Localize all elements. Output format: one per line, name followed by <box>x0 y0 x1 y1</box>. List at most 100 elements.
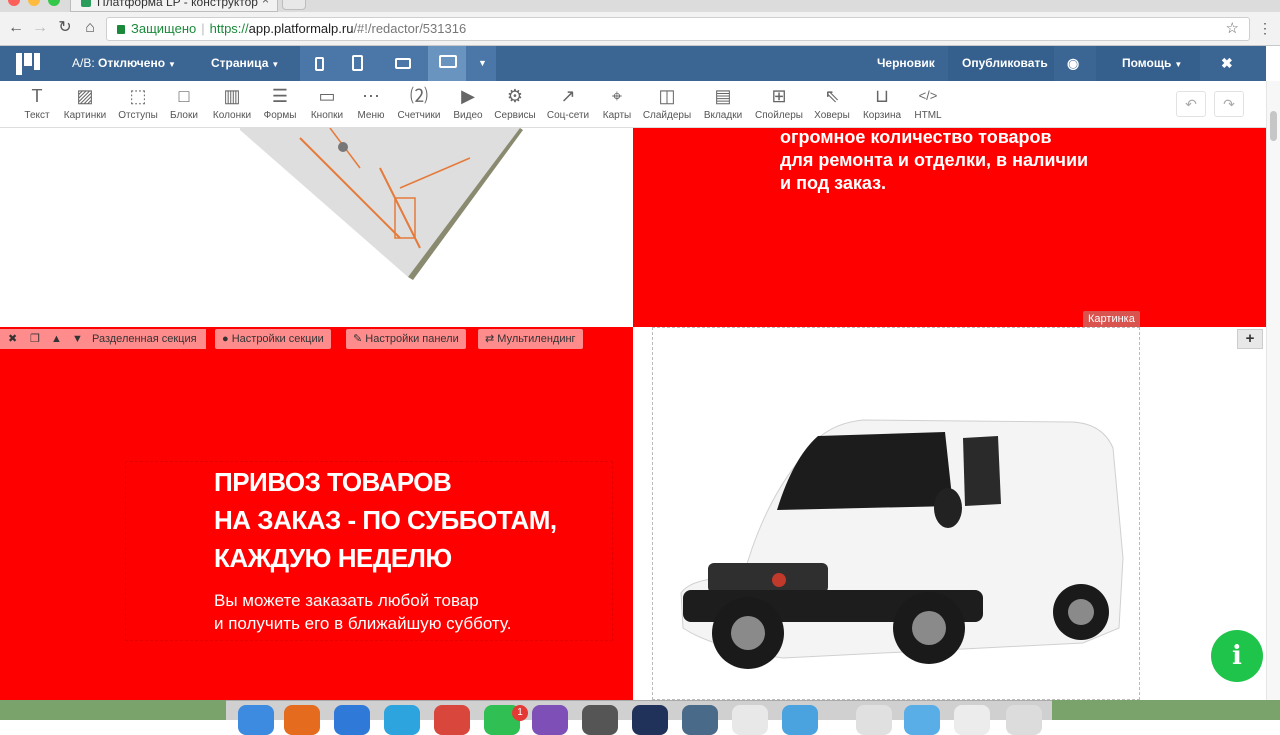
finder-icon[interactable] <box>238 705 274 735</box>
browser-menu-icon[interactable]: ⋮ <box>1258 20 1272 37</box>
chevron-down-icon: ▼ <box>271 60 280 69</box>
tool-button[interactable]: ⊞ Спойлеры <box>749 85 809 121</box>
bookmark-star-icon[interactable]: ☆ <box>1226 18 1239 40</box>
device-desktop-button[interactable] <box>428 46 466 81</box>
app-icon[interactable] <box>582 705 618 735</box>
safari-icon[interactable] <box>334 705 370 735</box>
draft-button[interactable]: Черновик <box>877 46 935 81</box>
forward-icon[interactable]: → <box>30 18 50 38</box>
chevron-down-icon: ▼ <box>168 60 176 69</box>
move-up-icon[interactable]: ▲ <box>51 329 62 349</box>
url-scheme: https:// <box>209 21 249 36</box>
panel-settings-button[interactable]: ✎ Настройки панели <box>346 329 466 349</box>
tool-button[interactable]: </> HTML <box>898 85 958 121</box>
help-dropdown[interactable]: Помощь ▼ <box>1122 46 1182 81</box>
device-mobile-button[interactable] <box>300 46 338 81</box>
droplet-icon: ● <box>222 333 229 345</box>
hover-icon: ⇖ <box>824 86 840 106</box>
downloads-folder-icon[interactable] <box>904 705 940 735</box>
section-settings-button[interactable]: ● Настройки секции <box>215 329 331 349</box>
image-element-frame[interactable] <box>652 327 1140 700</box>
telegram-icon[interactable] <box>384 705 420 735</box>
section1-right-red-block[interactable]: огромное количество товаров для ремонта … <box>633 128 1266 327</box>
tool-label: Видео <box>453 110 483 121</box>
close-window-button[interactable] <box>8 0 20 6</box>
wrench-icon: ✎ <box>353 333 363 345</box>
desktop-background <box>0 700 226 720</box>
platform-logo-icon[interactable] <box>16 53 42 75</box>
device-caret-icon[interactable]: ▼ <box>478 46 487 81</box>
editor-canvas: огромное количество товаров для ремонта … <box>0 128 1266 700</box>
page-dropdown[interactable]: Страница ▼ <box>211 46 279 81</box>
tool-label: Счетчики <box>397 110 441 121</box>
scrollbar-thumb[interactable] <box>1270 111 1277 141</box>
close-editor-icon[interactable]: ✖ <box>1221 46 1233 81</box>
info-button[interactable]: i <box>1211 630 1263 682</box>
delete-section-icon[interactable]: ✖ <box>8 329 17 349</box>
section1-text[interactable]: огромное количество товаров для ремонта … <box>780 128 1088 195</box>
device-laptop-button[interactable] <box>384 46 422 81</box>
slider-icon: ◫ <box>658 86 676 106</box>
tool-label: Картинки <box>63 110 107 121</box>
separator: | <box>201 21 205 36</box>
app-icon[interactable] <box>682 705 718 735</box>
reload-icon[interactable]: ↻ <box>55 18 75 38</box>
tool-button[interactable]: ▤ Вкладки <box>693 85 753 121</box>
section-name: Разделенная секция <box>92 333 197 345</box>
address-bar[interactable]: Защищено | https://app.platformalp.ru/#!/r… <box>106 17 1250 41</box>
maximize-window-button[interactable] <box>48 0 60 6</box>
browser-tab[interactable]: Платформа LP - конструктор × <box>70 0 278 12</box>
home-icon[interactable]: ⌂ <box>80 18 100 38</box>
photoshop-icon[interactable] <box>632 705 668 735</box>
undo-icon[interactable]: ↶ <box>1176 91 1206 117</box>
tool-label: Соц-сети <box>546 110 590 121</box>
device-tablet-button[interactable] <box>338 46 376 81</box>
tab-close-icon[interactable]: × <box>262 0 269 7</box>
image-element-label: Картинка <box>1083 311 1140 327</box>
chevron-down-icon: ▼ <box>1174 60 1183 69</box>
preview-eye-icon[interactable]: ◉ <box>1067 46 1079 81</box>
documents-icon[interactable] <box>954 705 990 735</box>
notes-icon[interactable] <box>732 705 768 735</box>
multilanding-button[interactable]: ⇄ Мультилендинг <box>478 329 583 349</box>
section2-headline[interactable]: ПРИВОЗ ТОВАРОВ НА ЗАКАЗ - ПО СУББОТАМ, К… <box>214 463 557 577</box>
chrome-icon[interactable] <box>434 705 470 735</box>
subtext-line: Вы можете заказать любой товар <box>214 591 479 610</box>
redo-icon[interactable]: ↷ <box>1214 91 1244 117</box>
viber-icon[interactable] <box>532 705 568 735</box>
multilanding-label: Мультилендинг <box>497 333 576 345</box>
add-element-button[interactable]: + <box>1237 329 1263 349</box>
tool-label: HTML <box>914 110 942 121</box>
publish-button[interactable]: Опубликовать <box>962 46 1048 81</box>
help-label: Помощь <box>1122 56 1172 70</box>
page-scrollbar[interactable] <box>1266 81 1280 700</box>
editor-topbar: А/В: Отключено ▼ Страница ▼ ▼ Черновик Опу… <box>0 46 1266 81</box>
folder-icon[interactable] <box>856 705 892 735</box>
forms-icon: ☰ <box>271 86 289 106</box>
ab-test-dropdown[interactable]: А/В: Отключено ▼ <box>72 46 176 81</box>
tool-label: Корзина <box>862 110 902 121</box>
url-path: /#!/redactor/531316 <box>353 21 467 36</box>
floorplan-render-image <box>240 128 523 280</box>
tool-button[interactable]: ◫ Слайдеры <box>637 85 697 121</box>
app-icon[interactable] <box>782 705 818 735</box>
trash-icon[interactable] <box>1006 705 1042 735</box>
cart-icon: ⊔ <box>874 86 890 106</box>
headline-line: НА ЗАКАЗ - ПО СУББОТАМ, <box>214 505 557 535</box>
publish-label: Опубликовать <box>962 56 1048 70</box>
tool-button[interactable]: ⚙ Сервисы <box>485 85 545 121</box>
spacing-icon: ⬚ <box>129 86 147 106</box>
section1-left-image[interactable] <box>0 128 633 327</box>
address-row: ← → ↻ ⌂ Защищено | https://app.platformalp… <box>0 12 1280 46</box>
back-icon[interactable]: ← <box>6 18 26 38</box>
new-tab-button[interactable] <box>282 0 306 10</box>
minimize-window-button[interactable] <box>28 0 40 6</box>
firefox-icon[interactable] <box>284 705 320 735</box>
favicon-icon <box>81 0 91 7</box>
move-down-icon[interactable]: ▼ <box>72 329 83 349</box>
tool-button[interactable]: ▨ Картинки <box>55 85 115 121</box>
duplicate-section-icon[interactable]: ❐ <box>30 329 40 349</box>
headline-line: ПРИВОЗ ТОВАРОВ <box>214 467 452 497</box>
ab-label: А/В: <box>72 56 95 70</box>
section2-subtext[interactable]: Вы можете заказать любой товар и получит… <box>214 589 511 635</box>
